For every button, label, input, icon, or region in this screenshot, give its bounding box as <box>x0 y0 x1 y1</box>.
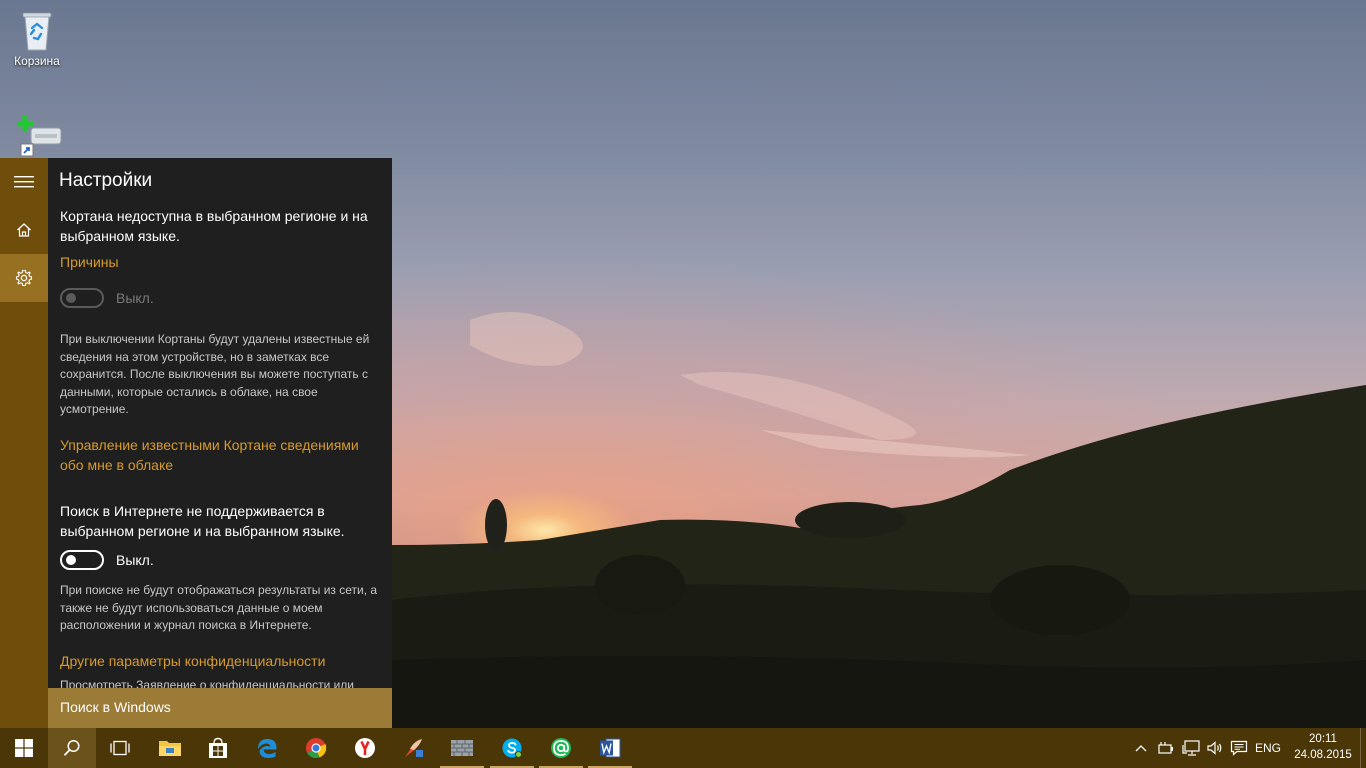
power-tray-button[interactable] <box>1154 728 1178 768</box>
settings-gear-icon <box>15 269 33 287</box>
volume-tray-button[interactable] <box>1203 728 1227 768</box>
desktop-icon-drive-shortcut[interactable] <box>1 112 73 157</box>
yandex-browser-button[interactable] <box>341 728 389 768</box>
cortana-side-rail <box>0 158 48 728</box>
firewall-app-button[interactable] <box>438 728 486 768</box>
ccleaner-icon <box>405 739 423 757</box>
skype-button[interactable] <box>488 728 536 768</box>
language-label: ENG <box>1254 741 1281 755</box>
yandex-browser-icon <box>355 738 375 758</box>
menu-icon <box>14 176 34 188</box>
show-desktop-button[interactable] <box>1360 728 1366 768</box>
clock-time: 20:11 <box>1309 733 1337 745</box>
web-search-info: При поиске не будут отображаться результ… <box>60 583 378 632</box>
network-icon <box>1182 740 1200 756</box>
recycle-bin-icon <box>17 8 57 52</box>
home-icon <box>17 223 31 237</box>
power-plug-icon <box>1158 742 1173 754</box>
chevron-up-icon <box>1135 745 1147 752</box>
show-hidden-icons-button[interactable] <box>1130 728 1152 768</box>
web-search-unavailable-text: Поиск в Интернете не поддерживается в вы… <box>60 503 345 539</box>
toggle-knob <box>66 293 76 303</box>
mail-ru-agent-icon <box>551 738 571 758</box>
store-button[interactable] <box>194 728 242 768</box>
speaker-icon <box>1207 741 1222 755</box>
reasons-link[interactable]: Причины <box>60 252 386 272</box>
task-view-icon <box>110 740 130 756</box>
clock-date: 24.08.2015 <box>1294 749 1352 761</box>
windows-search-box[interactable]: Поиск в Windows <box>48 688 392 728</box>
file-explorer-button[interactable] <box>146 728 194 768</box>
firewall-app-icon <box>451 740 473 756</box>
start-button[interactable] <box>0 728 48 768</box>
action-center-icon <box>1230 740 1248 756</box>
clock[interactable]: 20:11 24.08.2015 <box>1290 731 1356 763</box>
privacy-statement-text: Просмотреть Заявление о конфиденциальнос… <box>60 678 355 688</box>
cortana-unavailable-text: Кортана недоступна в выбранном регионе и… <box>60 208 368 244</box>
edge-icon <box>258 739 277 758</box>
cortana-toggle[interactable] <box>60 288 104 308</box>
desktop-icon-recycle-bin[interactable]: Корзина <box>1 8 73 68</box>
web-search-toggle[interactable] <box>60 550 104 570</box>
skype-icon <box>502 738 522 758</box>
network-tray-button[interactable] <box>1179 728 1203 768</box>
cortana-off-info: При выключении Кортаны будут удалены изв… <box>60 332 370 416</box>
task-view-button[interactable] <box>96 728 144 768</box>
cortana-toggle-label: Выкл. <box>116 290 154 306</box>
add-drive-shortcut-icon <box>17 112 62 157</box>
privacy-settings-link[interactable]: Другие параметры конфиденциальности <box>60 651 386 671</box>
toggle-knob <box>66 555 76 565</box>
action-center-button[interactable] <box>1227 728 1251 768</box>
cortana-panel: Настройки Кортана недоступна в выбранном… <box>0 158 392 728</box>
edge-button[interactable] <box>243 728 291 768</box>
mail-ru-agent-button[interactable] <box>537 728 585 768</box>
windows-logo-icon <box>15 739 33 757</box>
word-icon <box>600 738 621 758</box>
ccleaner-button[interactable] <box>390 728 438 768</box>
store-icon <box>209 737 227 758</box>
word-button[interactable] <box>586 728 634 768</box>
language-indicator[interactable]: ENG <box>1253 728 1283 768</box>
chrome-icon <box>306 738 327 759</box>
file-explorer-icon <box>159 741 181 756</box>
web-search-toggle-row: Выкл. <box>60 550 154 570</box>
taskbar: ENG 20:11 24.08.2015 <box>0 728 1366 768</box>
web-search-toggle-label: Выкл. <box>116 552 154 568</box>
cortana-toggle-row: Выкл. <box>60 288 154 308</box>
manage-cloud-info-link[interactable]: Управление известными Кортане сведениями… <box>60 435 386 475</box>
settings-button[interactable] <box>0 254 48 302</box>
search-icon <box>63 739 80 756</box>
cortana-settings-content[interactable]: Настройки Кортана недоступна в выбранном… <box>48 158 392 688</box>
chrome-button[interactable] <box>292 728 340 768</box>
hamburger-menu-button[interactable] <box>0 158 48 206</box>
search-button[interactable] <box>48 728 96 768</box>
settings-title: Настройки <box>59 170 153 191</box>
search-box-placeholder: Поиск в Windows <box>60 699 171 715</box>
home-button[interactable] <box>0 206 48 254</box>
desktop-icon-label: Корзина <box>14 54 60 68</box>
